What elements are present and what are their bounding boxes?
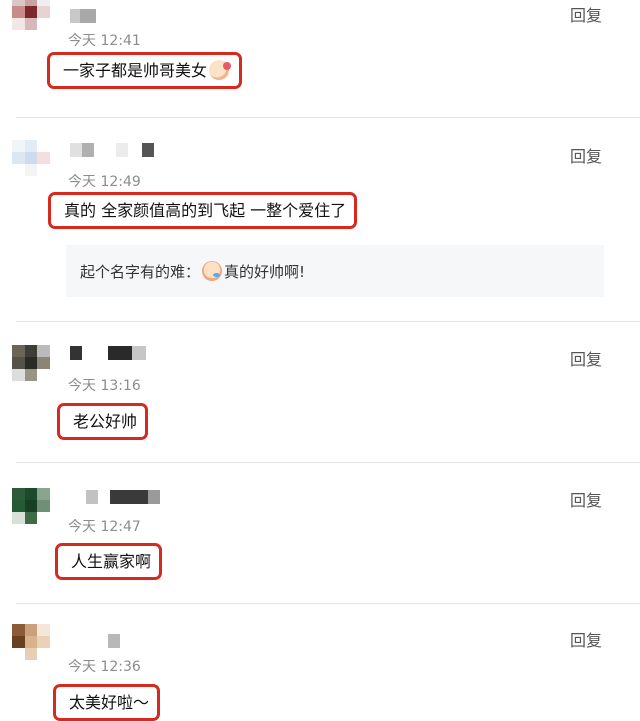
username-blurred[interactable] (70, 490, 160, 504)
comment-time: 今天 12:36 (68, 659, 141, 675)
comment-time: 今天 12:47 (68, 519, 141, 535)
username-blurred[interactable] (70, 143, 154, 157)
comment-time: 今天 12:41 (68, 33, 141, 49)
comment-time: 今天 12:49 (68, 174, 141, 190)
divider (16, 321, 640, 322)
reply-button[interactable]: 回复 (570, 143, 602, 167)
avatar[interactable] (12, 140, 50, 176)
avatar[interactable] (12, 624, 50, 660)
avatar[interactable] (12, 488, 50, 524)
divider (16, 603, 640, 604)
crying-face-emoji-icon (202, 261, 223, 281)
username-blurred[interactable] (70, 346, 146, 360)
sub-reply[interactable]: 起个名字有的难： 真的好帅啊! (66, 245, 604, 297)
reply-button[interactable]: 回复 (570, 346, 602, 370)
avatar[interactable] (12, 0, 50, 30)
reply-button[interactable]: 回复 (570, 627, 602, 651)
reply-button[interactable]: 回复 (570, 487, 602, 511)
comment-text: 真的 全家颜值高的到飞起 一整个爱住了 (48, 192, 358, 229)
comment-text: 老公好帅 (57, 403, 149, 440)
divider (16, 462, 640, 463)
comment-text: 一家子都是帅哥美女 (47, 52, 243, 89)
divider (16, 117, 640, 118)
avatar[interactable] (12, 345, 50, 381)
comment-text: 太美好啦～ (53, 684, 161, 721)
reply-button[interactable]: 回复 (570, 2, 602, 26)
username-blurred[interactable] (70, 9, 96, 23)
comment-text: 人生赢家啊 (55, 543, 163, 580)
comment-time: 今天 13:16 (68, 378, 141, 394)
blushing-face-emoji-icon (209, 60, 232, 80)
username-blurred[interactable] (70, 634, 120, 648)
